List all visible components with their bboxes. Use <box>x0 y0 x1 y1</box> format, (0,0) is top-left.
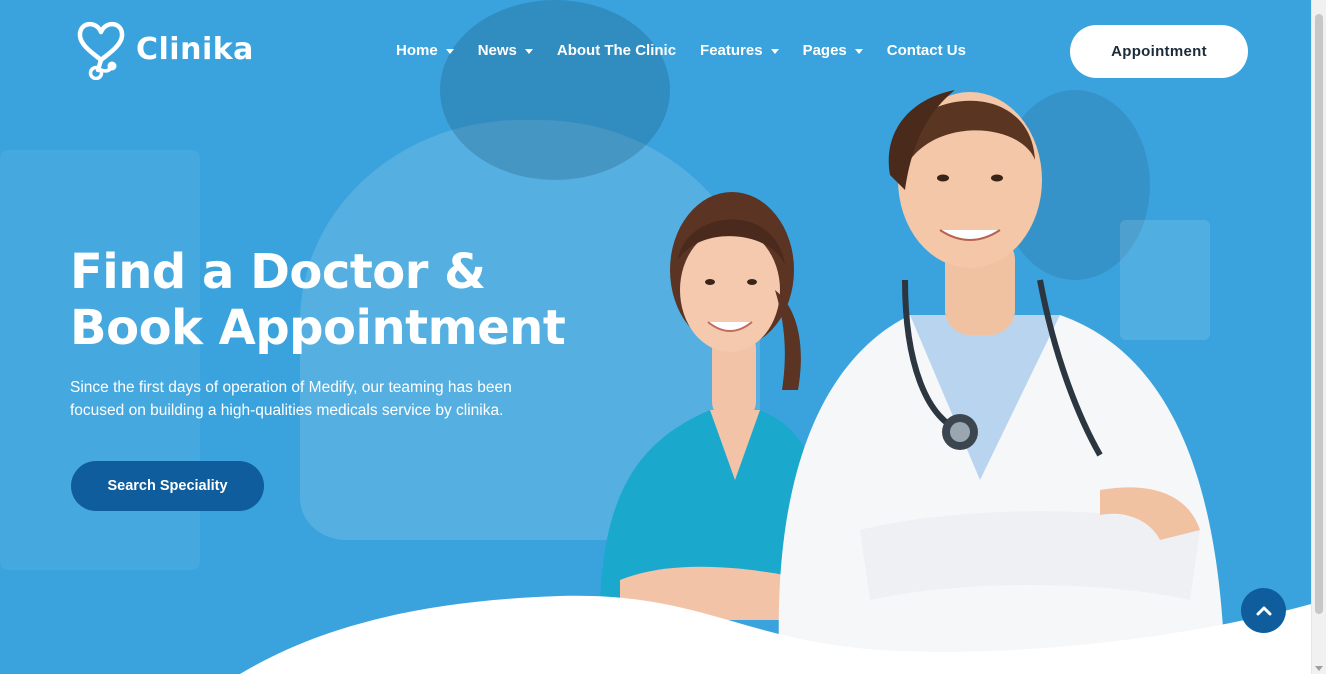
caret-down-icon <box>770 49 779 54</box>
brand-name: Clinika <box>136 31 254 67</box>
nav-item-news[interactable]: News <box>478 42 533 59</box>
page-scrollbar[interactable] <box>1311 0 1326 674</box>
caret-down-icon <box>524 49 533 54</box>
nav-item-features[interactable]: Features <box>700 42 779 59</box>
hero-title-line-2: Book Appointment <box>70 300 566 356</box>
nav-item-pages[interactable]: Pages <box>803 42 863 59</box>
nav-item-home[interactable]: Home <box>396 42 454 59</box>
nav-item-label: Home <box>396 42 438 59</box>
scroll-down-arrow-icon[interactable] <box>1315 666 1323 671</box>
brand-logo[interactable]: Clinika <box>76 18 254 80</box>
nav-item-contact[interactable]: Contact Us <box>887 42 966 59</box>
nav-item-label: About The Clinic <box>556 42 677 59</box>
chevron-up-icon <box>1256 606 1271 615</box>
hero-title: Find a Doctor & Book Appointment <box>70 244 630 356</box>
caret-down-icon <box>854 49 863 54</box>
hero-bottom-wave <box>240 595 1311 674</box>
search-speciality-button[interactable]: Search Speciality <box>71 461 264 511</box>
heart-stethoscope-icon <box>77 22 125 80</box>
nav-item-about[interactable]: About The Clinic <box>557 42 676 59</box>
hero-section: Clinika Home News About The Clinic Featu… <box>0 0 1311 674</box>
nav-item-label: Contact Us <box>886 42 966 59</box>
scrollbar-thumb[interactable] <box>1315 14 1323 614</box>
caret-down-icon <box>445 49 454 54</box>
hero-title-line-1: Find a Doctor & <box>70 244 486 300</box>
main-nav: Home News About The Clinic Features Page… <box>396 42 966 59</box>
nav-item-label: Features <box>700 42 763 59</box>
hero-description: Since the first days of operation of Med… <box>70 379 512 419</box>
nav-item-label: Pages <box>802 42 847 59</box>
back-to-top-button[interactable] <box>1241 588 1286 633</box>
nav-item-label: News <box>477 42 517 59</box>
